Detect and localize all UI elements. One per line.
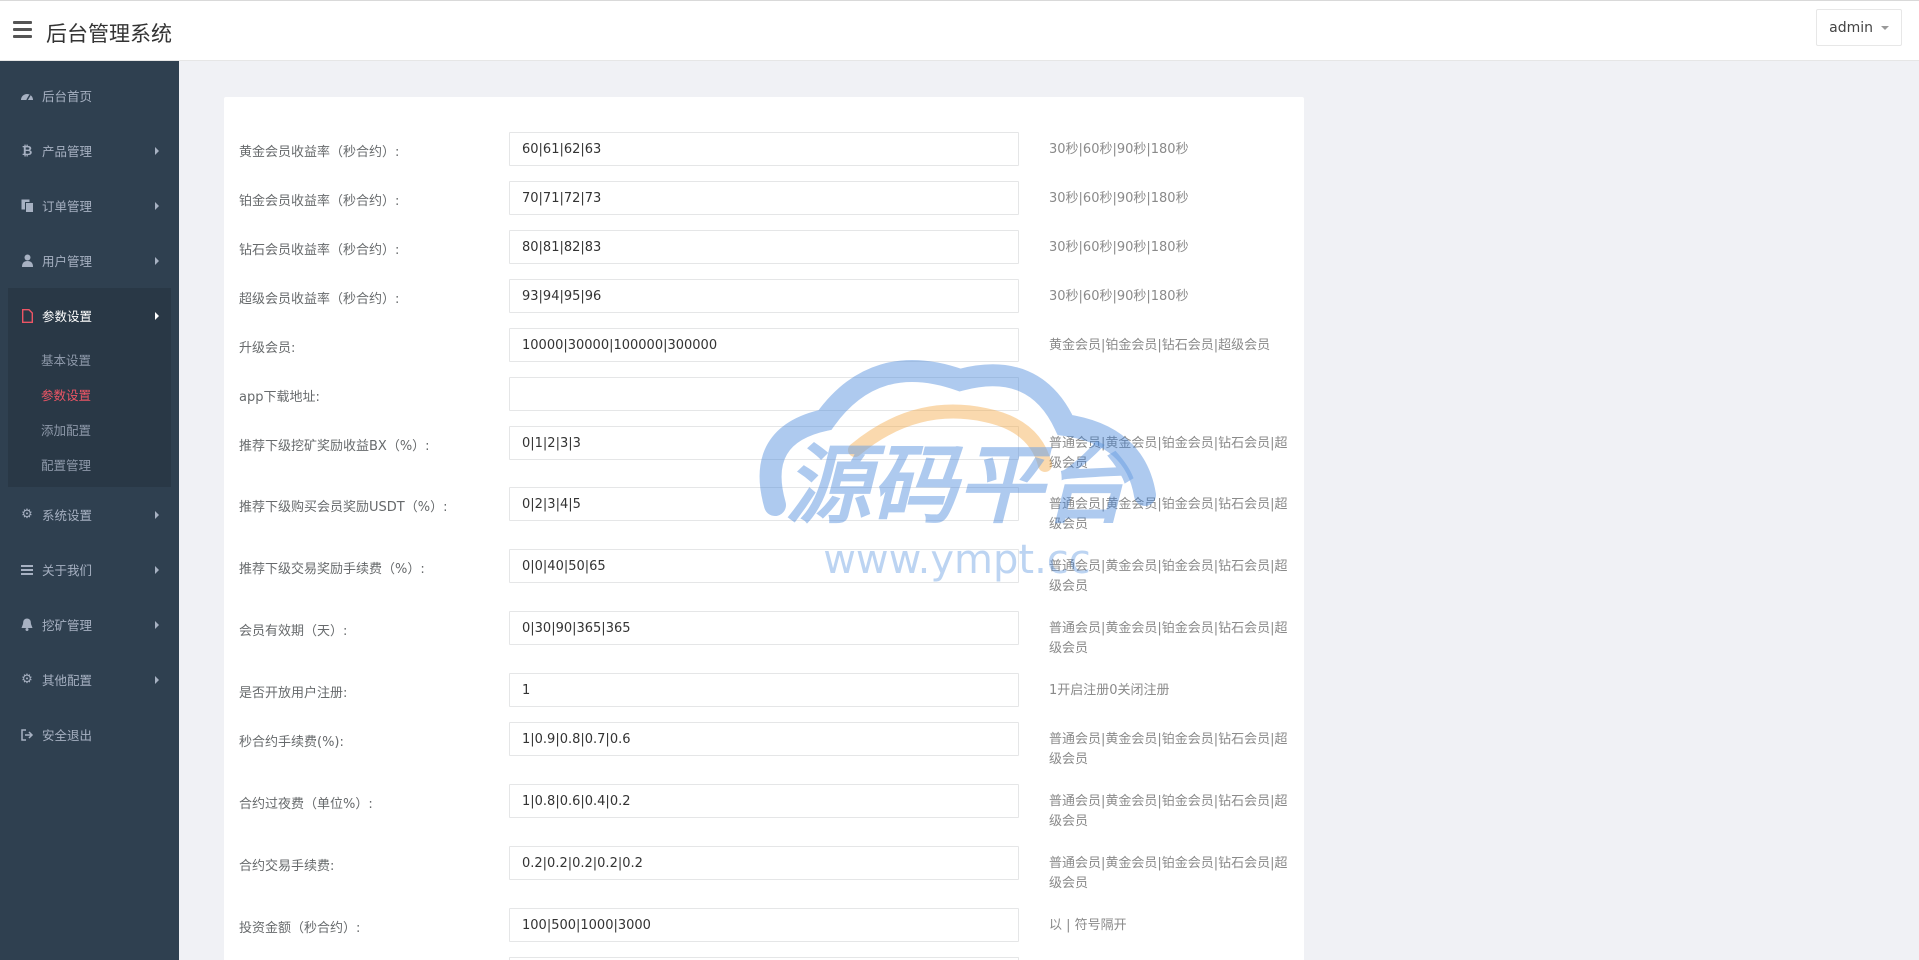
open-registration-input[interactable] xyxy=(509,673,1019,707)
field-label: 推荐下级挖矿奖励收益BX（%）: xyxy=(239,439,430,454)
chevron-right-icon xyxy=(155,311,159,320)
sidebar-item-users[interactable]: 用户管理 xyxy=(0,233,179,288)
copy-icon xyxy=(19,198,35,214)
submenu-basic-settings[interactable]: 基本设置 xyxy=(8,343,171,378)
sidebar-item-label: 后台首页 xyxy=(42,89,93,104)
sidebar-item-other[interactable]: ⚙ 其他配置 xyxy=(0,652,179,707)
app-download-url-input[interactable] xyxy=(509,377,1019,411)
field-label: 超级会员收益率（秒合约）: xyxy=(239,292,400,307)
submenu-param-settings[interactable]: 参数设置 xyxy=(8,378,171,413)
field-help: 普通会员|黄金会员|铂金会员|钻石会员|超级会员 xyxy=(1049,732,1288,767)
field-help: 普通会员|黄金会员|铂金会员|钻石会员|超级会员 xyxy=(1049,856,1288,891)
app-title: 后台管理系统 xyxy=(46,22,172,46)
chevron-right-icon xyxy=(155,256,159,265)
sidebar-item-label: 产品管理 xyxy=(42,144,93,159)
sidebar-item-label: 安全退出 xyxy=(42,728,93,743)
user-dropdown[interactable]: admin xyxy=(1816,9,1902,46)
sidebar-item-label: 关于我们 xyxy=(42,563,93,578)
membership-duration-input[interactable] xyxy=(509,611,1019,645)
upgrade-member-input[interactable] xyxy=(509,328,1019,362)
sidebar-item-label: 参数设置 xyxy=(42,309,93,324)
chevron-right-icon xyxy=(155,146,159,155)
sidebar-item-system[interactable]: ⚙ 系统设置 xyxy=(0,487,179,542)
bitcoin-icon: ₿ xyxy=(21,143,33,159)
submenu-add-config[interactable]: 添加配置 xyxy=(8,413,171,448)
field-label: 铂金会员收益率（秒合约）: xyxy=(239,194,400,209)
investment-amount-input[interactable] xyxy=(509,908,1019,942)
field-label: 黄金会员收益率（秒合约）: xyxy=(239,145,400,160)
dashboard-icon xyxy=(19,88,35,104)
sidebar-item-params[interactable]: 参数设置 xyxy=(8,288,171,343)
sign-out-icon xyxy=(19,727,35,743)
settings-form-card: 黄金会员收益率（秒合约）: 30秒|60秒|90秒|180秒 铂金会员收益率（秒… xyxy=(224,97,1304,960)
overnight-fee-input[interactable] xyxy=(509,784,1019,818)
field-help: 普通会员|黄金会员|铂金会员|钻石会员|超级会员 xyxy=(1049,621,1288,656)
sidebar-item-mining[interactable]: 挖矿管理 xyxy=(0,597,179,652)
field-label: 合约过夜费（单位%）: xyxy=(239,797,373,812)
field-help: 30秒|60秒|90秒|180秒 xyxy=(1049,240,1189,255)
field-help: 普通会员|黄金会员|铂金会员|钻石会员|超级会员 xyxy=(1049,497,1288,532)
field-label: 是否开放用户注册: xyxy=(239,686,348,701)
sidebar-item-logout[interactable]: 安全退出 xyxy=(0,707,179,762)
sidebar-item-about[interactable]: 关于我们 xyxy=(0,542,179,597)
contract-trading-fee-input[interactable] xyxy=(509,846,1019,880)
field-label: 升级会员: xyxy=(239,341,296,356)
sidebar-item-dashboard[interactable]: 后台首页 xyxy=(0,68,179,123)
referral-trading-fee-input[interactable] xyxy=(509,549,1019,583)
chevron-right-icon xyxy=(155,201,159,210)
gear-icon: ⚙ xyxy=(21,672,33,687)
field-label: 秒合约手续费(%): xyxy=(239,735,344,750)
platinum-member-rate-input[interactable] xyxy=(509,181,1019,215)
sidebar-item-label: 订单管理 xyxy=(42,199,93,214)
field-label: app下载地址: xyxy=(239,390,320,405)
super-member-rate-input[interactable] xyxy=(509,279,1019,313)
diamond-member-rate-input[interactable] xyxy=(509,230,1019,264)
caret-down-icon xyxy=(1881,25,1889,30)
chevron-right-icon xyxy=(155,510,159,519)
sidebar-item-orders[interactable]: 订单管理 xyxy=(0,178,179,233)
submenu-config-manage[interactable]: 配置管理 xyxy=(8,448,171,483)
hamburger-menu-icon[interactable] xyxy=(13,21,32,38)
field-help: 黄金会员|铂金会员|钻石会员|超级会员 xyxy=(1049,338,1271,353)
sidebar-item-label: 用户管理 xyxy=(42,254,93,269)
field-help: 30秒|60秒|90秒|180秒 xyxy=(1049,191,1189,206)
params-submenu: 基本设置 参数设置 添加配置 配置管理 xyxy=(8,343,171,487)
field-label: 钻石会员收益率（秒合约）: xyxy=(239,243,400,258)
bars-icon xyxy=(19,562,35,578)
field-help: 1开启注册0关闭注册 xyxy=(1049,683,1170,698)
field-help: 普通会员|黄金会员|铂金会员|钻石会员|超级会员 xyxy=(1049,559,1288,594)
field-label: 投资金额（秒合约）: xyxy=(239,921,361,936)
field-label: 合约交易手续费: xyxy=(239,859,335,874)
field-label: 推荐下级交易奖励手续费（%）: xyxy=(239,562,425,577)
file-icon xyxy=(19,308,35,324)
top-navbar: 后台管理系统 admin xyxy=(0,0,1919,61)
sidebar-item-products[interactable]: ₿ 产品管理 xyxy=(0,123,179,178)
sidebar: 后台首页 ₿ 产品管理 订单管理 用户管理 参数设置 基本设置 参数设置 添加配… xyxy=(0,61,179,960)
sidebar-item-label: 系统设置 xyxy=(42,508,93,523)
chevron-right-icon xyxy=(155,675,159,684)
bell-icon xyxy=(19,617,35,633)
cogs-icon: ⚙ xyxy=(21,507,33,522)
second-contract-fee-input[interactable] xyxy=(509,722,1019,756)
referral-membership-reward-input[interactable] xyxy=(509,487,1019,521)
gold-member-rate-input[interactable] xyxy=(509,132,1019,166)
field-help: 30秒|60秒|90秒|180秒 xyxy=(1049,142,1189,157)
field-label: 会员有效期（天）: xyxy=(239,624,348,639)
user-name: admin xyxy=(1829,19,1873,36)
sidebar-item-label: 挖矿管理 xyxy=(42,618,93,633)
field-help: 以 | 符号隔开 xyxy=(1049,918,1127,933)
field-label: 推荐下级购买会员奖励USDT（%）: xyxy=(239,500,448,515)
user-icon xyxy=(19,253,35,269)
chevron-right-icon xyxy=(155,620,159,629)
field-help: 普通会员|黄金会员|铂金会员|钻石会员|超级会员 xyxy=(1049,436,1288,471)
chevron-right-icon xyxy=(155,565,159,574)
field-help: 普通会员|黄金会员|铂金会员|钻石会员|超级会员 xyxy=(1049,794,1288,829)
referral-mining-reward-input[interactable] xyxy=(509,426,1019,460)
field-help: 30秒|60秒|90秒|180秒 xyxy=(1049,289,1189,304)
sidebar-item-label: 其他配置 xyxy=(42,673,93,688)
